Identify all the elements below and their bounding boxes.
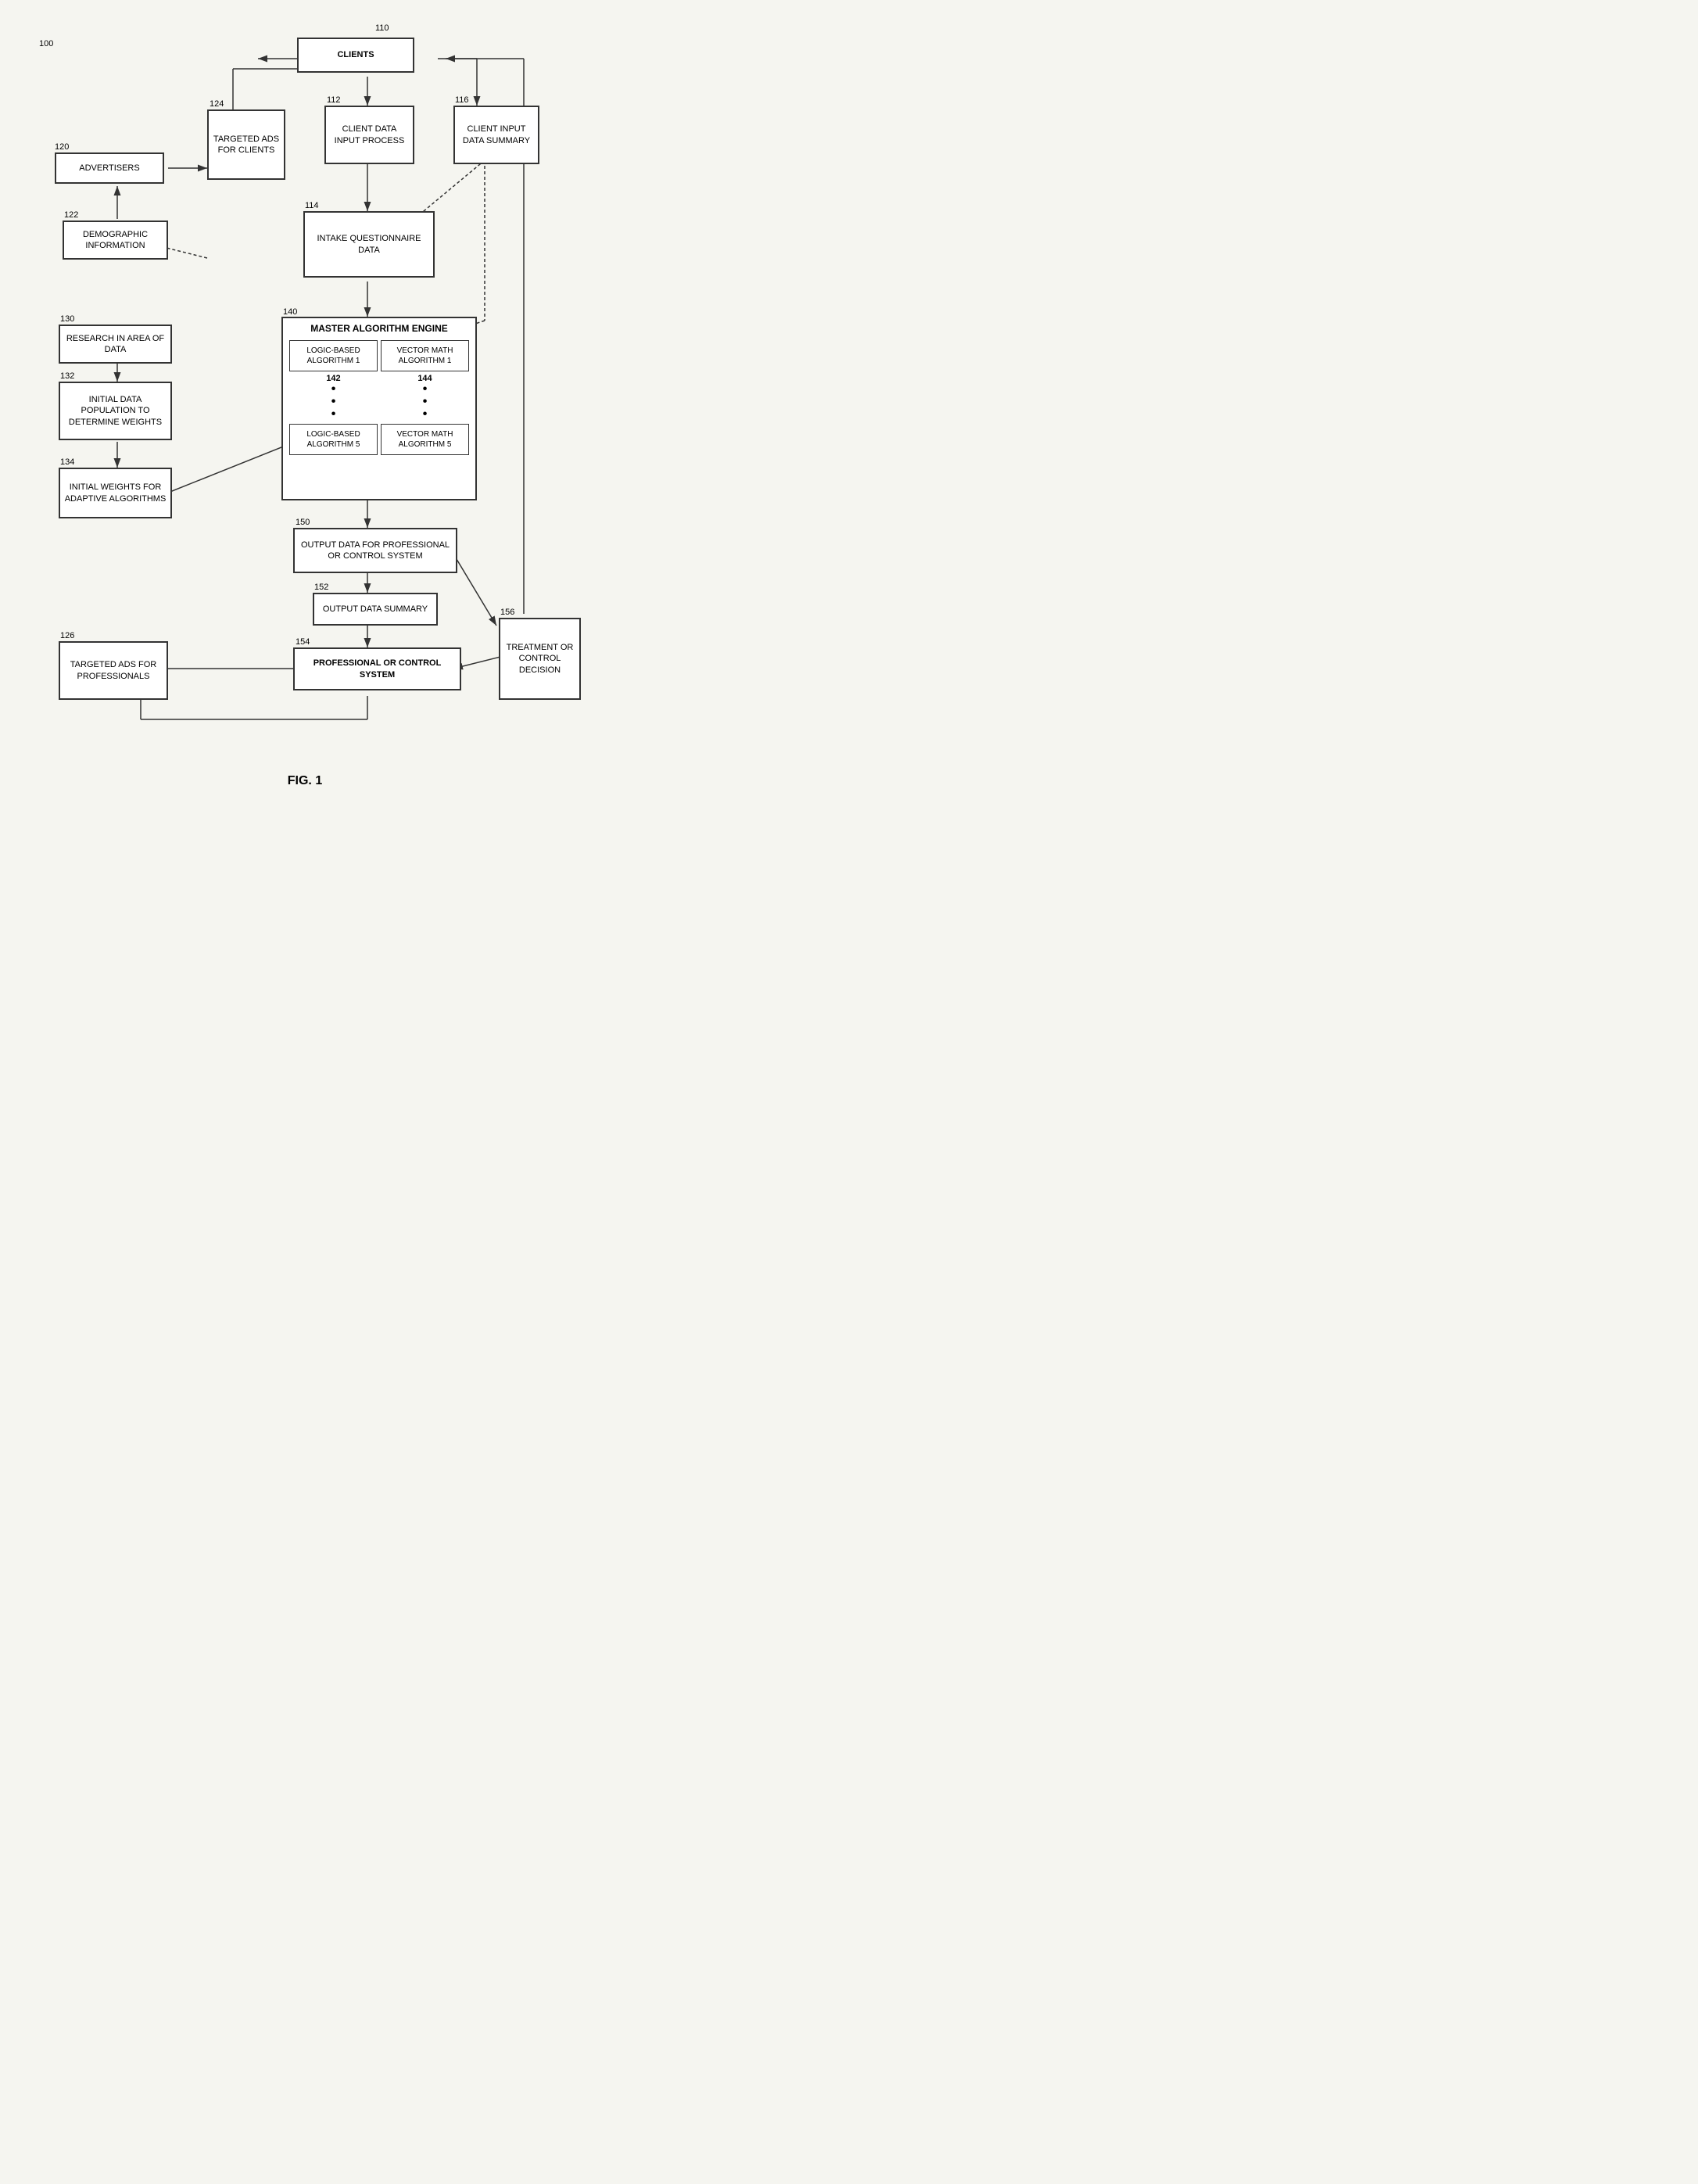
ref-112: 112: [327, 95, 341, 105]
ref-110: 110: [375, 23, 389, 33]
ref-154: 154: [296, 637, 310, 647]
master-algo-label: MASTER ALGORITHM ENGINE: [289, 323, 469, 335]
ref-100: 100: [39, 39, 53, 48]
demographic-info-box: DEMOGRAPHIC INFORMATION: [63, 221, 168, 260]
treatment-control-box: TREATMENT OR CONTROL DECISION: [499, 618, 581, 700]
clients-box: CLIENTS: [297, 38, 414, 73]
master-algo-engine-box: MASTER ALGORITHM ENGINE LOGIC-BASED ALGO…: [281, 317, 477, 500]
ref-144: 144: [381, 375, 469, 383]
output-data-box: OUTPUT DATA FOR PROFESSIONAL OR CONTROL …: [293, 528, 457, 573]
dots-right: 144 •••: [381, 375, 469, 421]
initial-weights-box: INITIAL WEIGHTS FOR ADAPTIVE ALGORITHMS: [59, 468, 172, 518]
vector-algo-1-box: VECTOR MATH ALGORITHM 1: [381, 340, 469, 371]
output-data-summary-box: OUTPUT DATA SUMMARY: [313, 593, 438, 626]
figure-label: FIG. 1: [16, 774, 594, 788]
logic-algo-1-box: LOGIC-BASED ALGORITHM 1: [289, 340, 378, 371]
logic-algo-5-box: LOGIC-BASED ALGORITHM 5: [289, 424, 378, 455]
ref-134: 134: [60, 457, 74, 467]
ref-114: 114: [305, 201, 319, 210]
initial-data-pop-box: INITIAL DATA POPULATION TO DETERMINE WEI…: [59, 382, 172, 440]
diagram: 100 CLIENTS 110 ADVERTISERS 120 TARGETED…: [16, 16, 594, 766]
ref-122: 122: [64, 210, 78, 220]
ref-132: 132: [60, 371, 74, 381]
research-area-box: RESEARCH IN AREA OF DATA: [59, 325, 172, 364]
targeted-ads-clients-box: TARGETED ADS FOR CLIENTS: [207, 109, 285, 180]
ref-140: 140: [283, 307, 297, 317]
ref-152: 152: [314, 583, 328, 592]
ref-116: 116: [455, 95, 469, 105]
ref-130: 130: [60, 314, 74, 324]
vector-algo-5-box: VECTOR MATH ALGORITHM 5: [381, 424, 469, 455]
ref-124: 124: [210, 99, 224, 109]
intake-questionnaire-box: INTAKE QUESTIONNAIRE DATA: [303, 211, 435, 278]
targeted-ads-prof-box: TARGETED ADS FOR PROFESSIONALS: [59, 641, 168, 700]
client-data-input-box: CLIENT DATA INPUT PROCESS: [324, 106, 414, 164]
ref-150: 150: [296, 518, 310, 527]
dots-left: 142 •••: [289, 375, 378, 421]
ref-156: 156: [500, 608, 514, 617]
client-input-data-summary-box: CLIENT INPUT DATA SUMMARY: [453, 106, 539, 164]
ref-142: 142: [289, 375, 378, 383]
advertisers-box: ADVERTISERS: [55, 152, 164, 184]
professional-control-box: PROFESSIONAL OR CONTROL SYSTEM: [293, 647, 461, 690]
ref-120: 120: [55, 142, 69, 152]
ref-126: 126: [60, 631, 74, 640]
